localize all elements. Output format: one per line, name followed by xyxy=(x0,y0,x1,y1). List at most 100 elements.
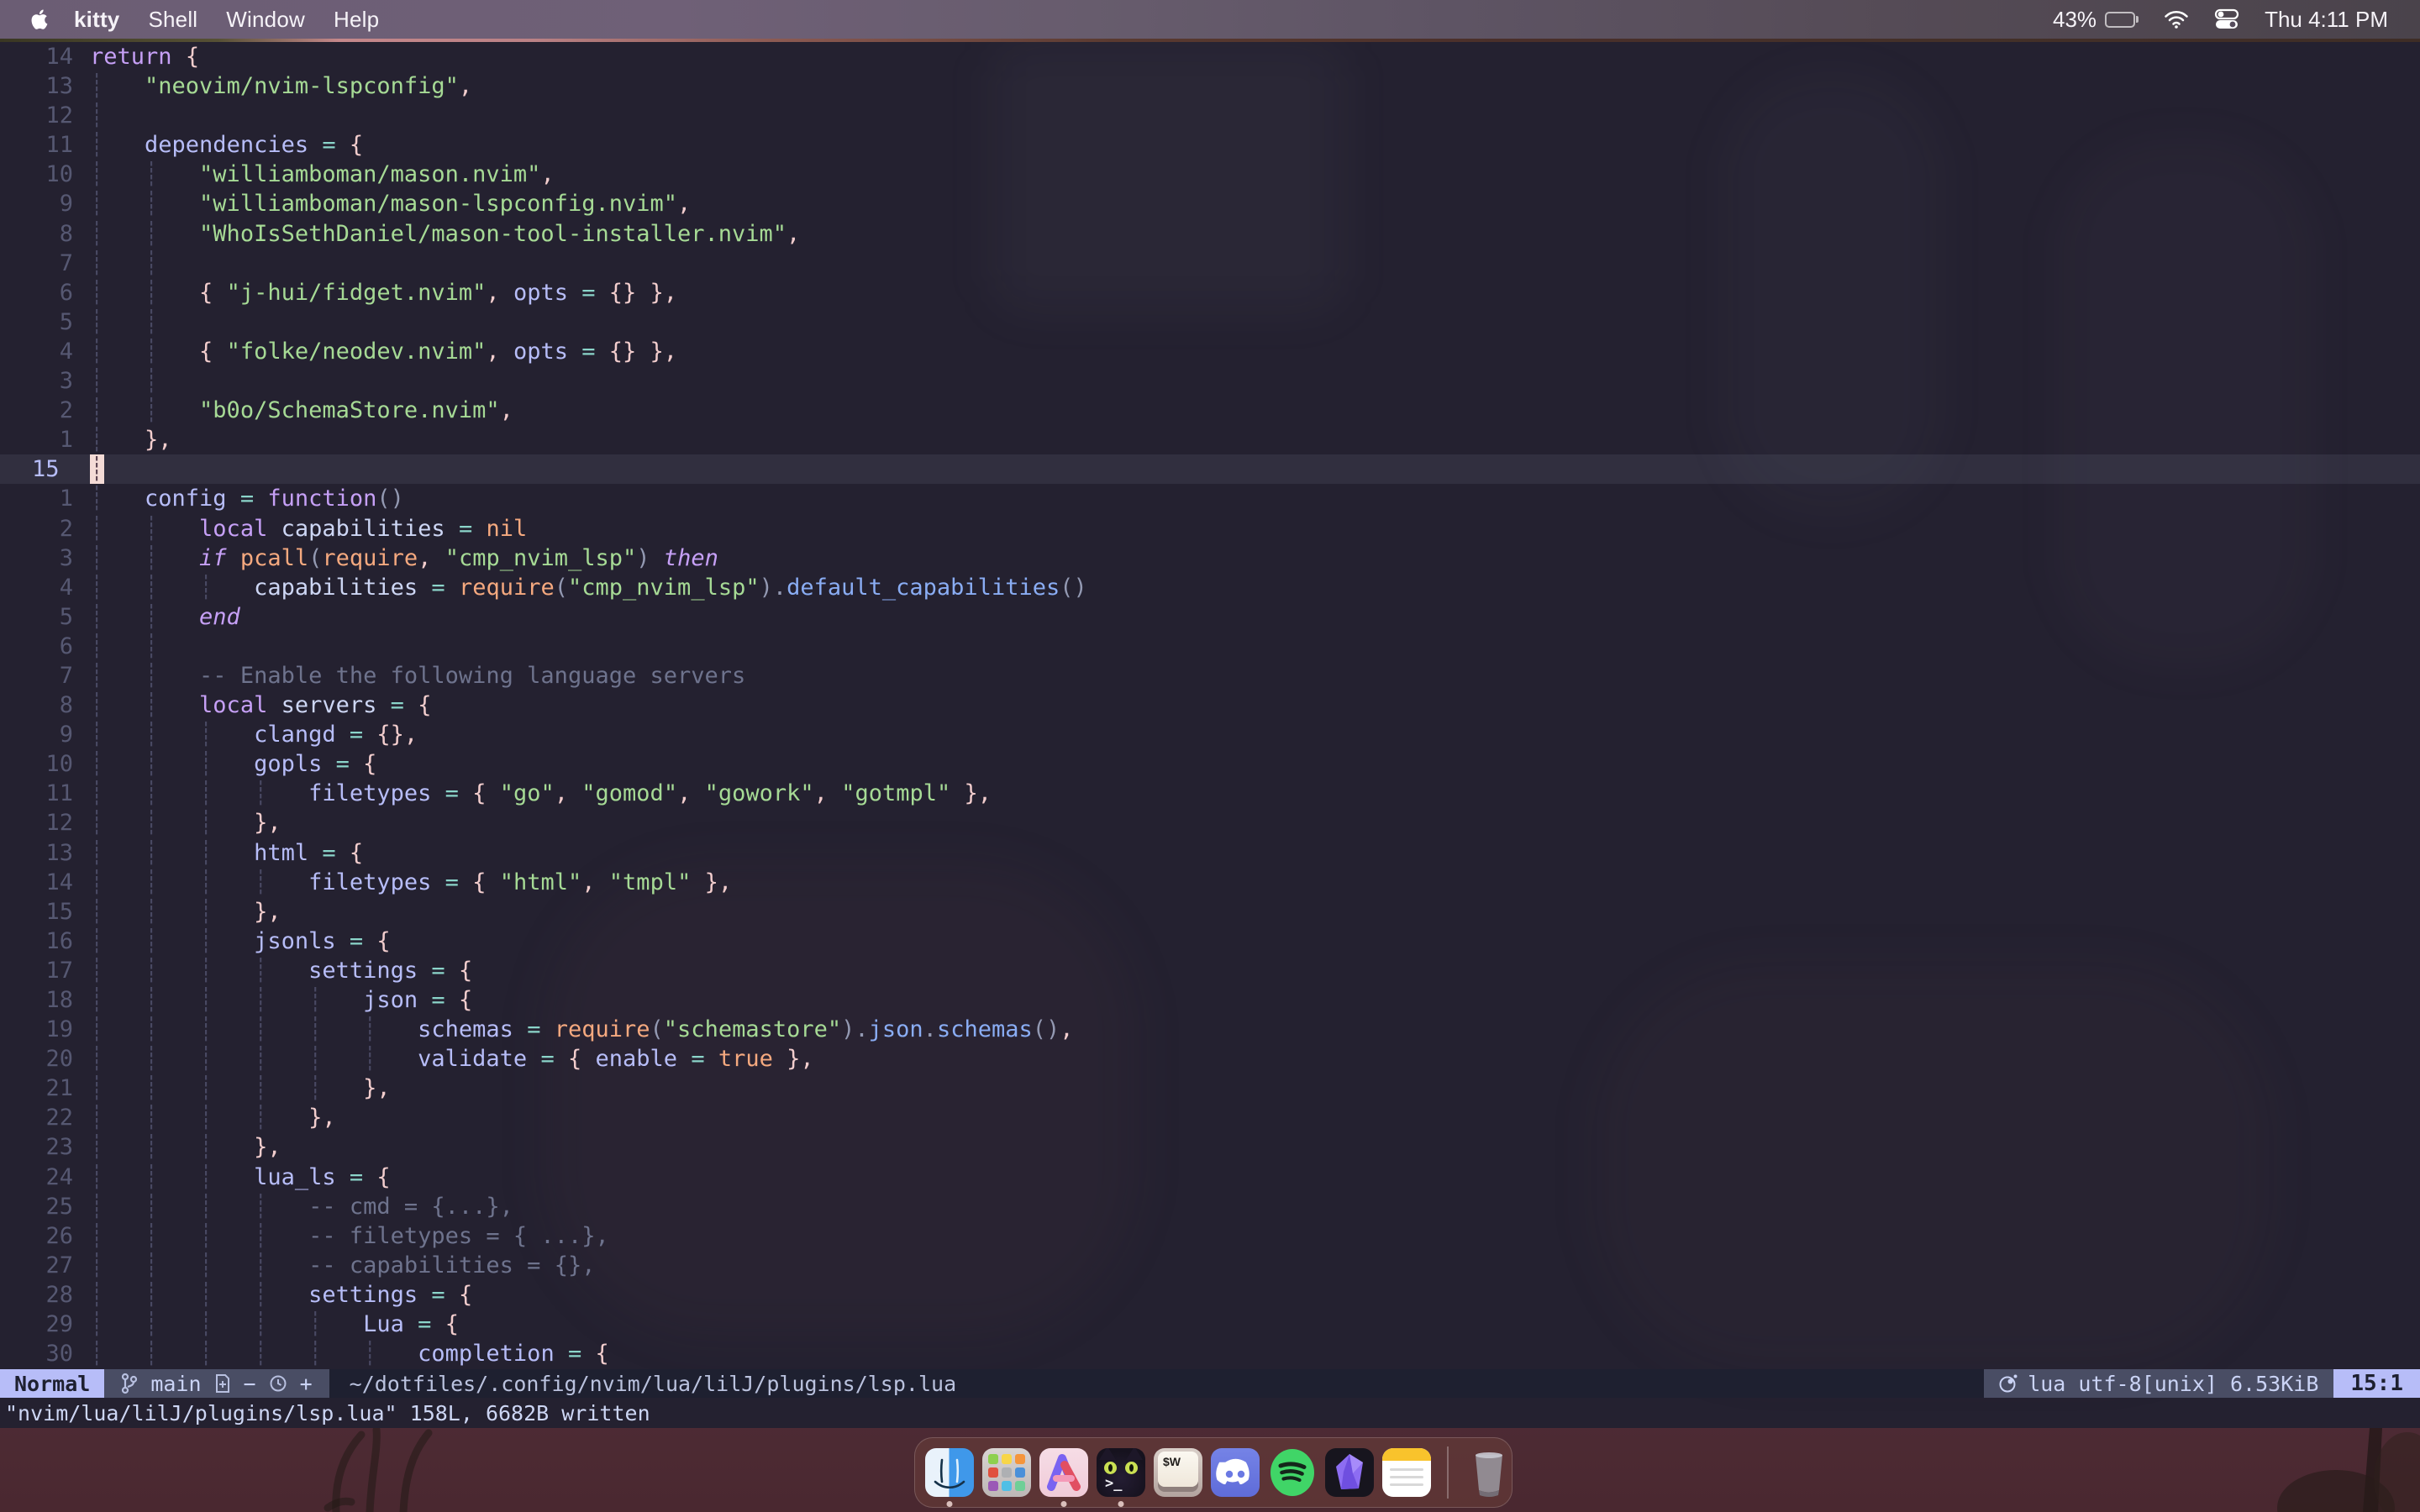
code-line[interactable]: 9┊ ┊ ┊ clangd = {}, xyxy=(0,720,2420,749)
code-line[interactable]: 25┊ ┊ ┊ ┊ -- cmd = {...}, xyxy=(0,1192,2420,1221)
code-line[interactable]: 12┊ ┊ ┊ }, xyxy=(0,808,2420,837)
code-text: ┊ ┊ ┊ ┊ ┊ Lua = { xyxy=(90,1310,2420,1339)
menubar-items: kitty Shell Window Help xyxy=(74,7,408,33)
code-line[interactable]: 6┊ ┊ { "j-hui/fidget.nvim", opts = {} }, xyxy=(0,278,2420,307)
mode-indicator: Normal xyxy=(0,1369,104,1398)
line-number: 5 xyxy=(0,602,90,632)
code-line[interactable]: 19┊ ┊ ┊ ┊ ┊ ┊ schemas = require("schemas… xyxy=(0,1015,2420,1044)
dock-icon-keycap-app[interactable]: $W xyxy=(1154,1448,1202,1497)
code-line[interactable]: 24┊ ┊ ┊ lua_ls = { xyxy=(0,1163,2420,1192)
menu-item-window[interactable]: Window xyxy=(226,7,305,33)
menubar-clock[interactable]: Thu 4:11 PM xyxy=(2265,7,2388,33)
menu-item-shell[interactable]: Shell xyxy=(148,7,197,33)
line-number: 3 xyxy=(0,543,90,573)
dock-icon-discord[interactable] xyxy=(1211,1448,1260,1497)
code-line[interactable]: 21┊ ┊ ┊ ┊ ┊ }, xyxy=(0,1074,2420,1103)
code-line[interactable]: 29┊ ┊ ┊ ┊ ┊ Lua = { xyxy=(0,1310,2420,1339)
code-line[interactable]: 8┊ ┊ "WhoIsSethDaniel/mason-tool-install… xyxy=(0,219,2420,249)
code-text: ┊ ┊ xyxy=(90,366,2420,396)
code-line[interactable]: 28┊ ┊ ┊ ┊ settings = { xyxy=(0,1280,2420,1310)
git-section: main − + xyxy=(104,1369,329,1398)
apple-menu-icon[interactable] xyxy=(29,8,49,31)
code-line[interactable]: 20┊ ┊ ┊ ┊ ┊ ┊ validate = { enable = true… xyxy=(0,1044,2420,1074)
code-text: ┊ ┊ ┊ ┊ }, xyxy=(90,1103,2420,1132)
dock-icon-trash[interactable] xyxy=(1465,1448,1513,1497)
code-line[interactable]: 15┊ xyxy=(0,454,2420,484)
dock-icon-finder[interactable] xyxy=(925,1448,974,1497)
code-line[interactable]: 8┊ ┊ local servers = { xyxy=(0,690,2420,720)
code-line[interactable]: 30┊ ┊ ┊ ┊ ┊ ┊ completion = { xyxy=(0,1339,2420,1368)
line-number: 30 xyxy=(0,1339,90,1368)
code-line[interactable]: 12┊ xyxy=(0,101,2420,130)
code-line[interactable]: 13┊ ┊ ┊ html = { xyxy=(0,838,2420,868)
code-line[interactable]: 16┊ ┊ ┊ jsonls = { xyxy=(0,927,2420,956)
code-line[interactable]: 27┊ ┊ ┊ ┊ -- capabilities = {}, xyxy=(0,1251,2420,1280)
code-text: ┊ ┊ ┊ }, xyxy=(90,897,2420,927)
code-text: ┊ ┊ { "j-hui/fidget.nvim", opts = {} }, xyxy=(90,278,2420,307)
line-number: 29 xyxy=(0,1310,90,1339)
code-line[interactable]: 2┊ ┊ local capabilities = nil xyxy=(0,514,2420,543)
battery-status[interactable]: 43% xyxy=(2053,7,2139,33)
code-line[interactable]: 3┊ ┊ xyxy=(0,366,2420,396)
code-line[interactable]: 15┊ ┊ ┊ }, xyxy=(0,897,2420,927)
code-text: ┊ ┊ ┊ ┊ settings = { xyxy=(90,956,2420,985)
line-number: 28 xyxy=(0,1280,90,1310)
code-line[interactable]: 14┊ ┊ ┊ ┊ filetypes = { "html", "tmpl" }… xyxy=(0,868,2420,897)
code-line[interactable]: 1┊ config = function() xyxy=(0,484,2420,513)
line-number: 3 xyxy=(0,366,90,396)
code-line[interactable]: 4┊ ┊ { "folke/neodev.nvim", opts = {} }, xyxy=(0,337,2420,366)
dock-icon-spotify[interactable] xyxy=(1268,1448,1317,1497)
code-text: ┊ ┊ ┊ ┊ -- filetypes = { ...}, xyxy=(90,1221,2420,1251)
code-line[interactable]: 1┊ }, xyxy=(0,425,2420,454)
code-line[interactable]: 10┊ ┊ ┊ gopls = { xyxy=(0,749,2420,779)
code-line[interactable]: 7┊ ┊ -- Enable the following language se… xyxy=(0,661,2420,690)
code-text: ┊ ┊ ┊ }, xyxy=(90,1132,2420,1162)
dock-icon-launchpad[interactable] xyxy=(982,1448,1031,1497)
code-line[interactable]: 5┊ ┊ end xyxy=(0,602,2420,632)
menu-item-help[interactable]: Help xyxy=(334,7,379,33)
code-line[interactable]: 7┊ ┊ xyxy=(0,249,2420,278)
code-text: ┊ ┊ "williamboman/mason-lspconfig.nvim", xyxy=(90,189,2420,218)
code-line[interactable]: 9┊ ┊ "williamboman/mason-lspconfig.nvim"… xyxy=(0,189,2420,218)
code-line[interactable]: 14return { xyxy=(0,42,2420,71)
code-line[interactable]: 23┊ ┊ ┊ }, xyxy=(0,1132,2420,1162)
line-number: 24 xyxy=(0,1163,90,1192)
code-text: ┊ ┊ local servers = { xyxy=(90,690,2420,720)
dock-icon-obsidian[interactable] xyxy=(1325,1448,1374,1497)
code-line[interactable]: 4┊ ┊ ┊ capabilities = require("cmp_nvim_… xyxy=(0,573,2420,602)
statusline: Normal main − + ~/dotfiles/.config/nvim/… xyxy=(0,1369,2420,1398)
wallpaper-grass xyxy=(311,1428,496,1512)
code-line[interactable]: 6┊ ┊ xyxy=(0,632,2420,661)
code-line[interactable]: 10┊ ┊ "williamboman/mason.nvim", xyxy=(0,160,2420,189)
code-text: ┊ ┊ local capabilities = nil xyxy=(90,514,2420,543)
code-line[interactable]: 18┊ ┊ ┊ ┊ ┊ json = { xyxy=(0,985,2420,1015)
code-line[interactable]: 11┊ ┊ ┊ ┊ filetypes = { "go", "gomod", "… xyxy=(0,779,2420,808)
code-area[interactable]: 14return {13┊ "neovim/nvim-lspconfig",12… xyxy=(0,42,2420,1369)
line-number: 15 xyxy=(0,454,90,484)
code-line[interactable]: 11┊ dependencies = { xyxy=(0,130,2420,160)
code-line[interactable]: 17┊ ┊ ┊ ┊ settings = { xyxy=(0,956,2420,985)
git-branch-label: main xyxy=(150,1372,201,1396)
dock-icon-arc-browser[interactable] xyxy=(1039,1448,1088,1497)
line-number: 19 xyxy=(0,1015,90,1044)
code-text: ┊ ┊ ┊ ┊ -- cmd = {...}, xyxy=(90,1192,2420,1221)
code-line[interactable]: 13┊ "neovim/nvim-lspconfig", xyxy=(0,71,2420,101)
line-number: 20 xyxy=(0,1044,90,1074)
wifi-icon[interactable] xyxy=(2164,9,2189,29)
code-line[interactable]: 22┊ ┊ ┊ ┊ }, xyxy=(0,1103,2420,1132)
code-text: ┊ ┊ if pcall(require, "cmp_nvim_lsp") th… xyxy=(90,543,2420,573)
code-text: ┊ ┊ ┊ gopls = { xyxy=(90,749,2420,779)
code-text: ┊ ┊ ┊ ┊ settings = { xyxy=(90,1280,2420,1310)
clock-icon xyxy=(269,1374,287,1393)
code-line[interactable]: 5┊ ┊ xyxy=(0,307,2420,337)
code-line[interactable]: 26┊ ┊ ┊ ┊ -- filetypes = { ...}, xyxy=(0,1221,2420,1251)
control-center-icon[interactable] xyxy=(2214,8,2239,30)
dock-icon-kitty-terminal[interactable]: >_ xyxy=(1097,1448,1145,1497)
menu-item-kitty[interactable]: kitty xyxy=(74,7,119,33)
line-number: 10 xyxy=(0,749,90,779)
dock-icon-notes[interactable] xyxy=(1382,1448,1431,1497)
lua-moon-icon xyxy=(1999,1374,2018,1393)
code-line[interactable]: 2┊ ┊ "b0o/SchemaStore.nvim", xyxy=(0,396,2420,425)
line-number: 7 xyxy=(0,249,90,278)
code-line[interactable]: 3┊ ┊ if pcall(require, "cmp_nvim_lsp") t… xyxy=(0,543,2420,573)
